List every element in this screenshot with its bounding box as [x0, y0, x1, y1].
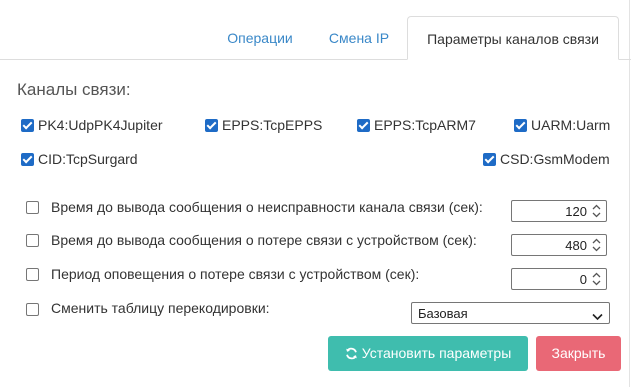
fault-timeout-checkbox[interactable] — [26, 201, 39, 214]
tab-bar: Операции Смена IP Параметры каналов связ… — [0, 16, 631, 60]
channel-checkbox-uarm[interactable]: UARM:Uarm — [514, 117, 610, 133]
tab-channel-params[interactable]: Параметры каналов связи — [407, 16, 619, 60]
channel-checkbox-epps-tcparm7[interactable]: EPPS:TcpARM7 — [357, 117, 476, 133]
channels-title: Каналы связи: — [17, 80, 131, 99]
channel-checkbox-csd[interactable]: CSD:GsmModem — [483, 151, 610, 167]
checkbox-checked-icon[interactable] — [357, 118, 370, 132]
codepage-select[interactable]: Базовая — [411, 302, 610, 324]
loss-timeout-label: Время до вывода сообщения о потере связи… — [51, 232, 477, 248]
loss-timeout-input[interactable]: 480 — [511, 234, 607, 256]
channel-checkbox-epps-tcpepps[interactable]: EPPS:TcpEPPS — [205, 117, 322, 133]
fault-timeout-input[interactable]: 120 — [511, 200, 607, 222]
notify-period-value: 0 — [579, 272, 587, 287]
channel-label: PK4:UdpPK4Jupiter — [38, 117, 163, 133]
checkbox-checked-icon[interactable] — [21, 152, 34, 166]
channel-label: CSD:GsmModem — [500, 151, 610, 167]
checkbox-checked-icon[interactable] — [514, 118, 527, 132]
spinner-arrows-icon[interactable] — [591, 237, 602, 253]
notify-period-input[interactable]: 0 — [511, 268, 607, 290]
close-button[interactable]: Закрыть — [536, 336, 621, 371]
channel-checkbox-pk4[interactable]: PK4:UdpPK4Jupiter — [21, 117, 163, 133]
close-label: Закрыть — [551, 345, 606, 361]
channel-label: EPPS:TcpEPPS — [222, 117, 323, 133]
notify-period-checkbox[interactable] — [26, 268, 39, 281]
checkbox-checked-icon[interactable] — [483, 152, 496, 166]
chevron-down-icon — [592, 309, 603, 324]
fault-timeout-label: Время до вывода сообщения о неисправност… — [51, 199, 483, 215]
checkbox-checked-icon[interactable] — [21, 118, 34, 132]
codepage-checkbox[interactable] — [26, 303, 39, 316]
apply-settings-label: Установить параметры — [361, 345, 512, 361]
loss-timeout-checkbox[interactable] — [26, 234, 39, 247]
channel-label: EPPS:TcpARM7 — [374, 117, 476, 133]
channel-label: UARM:Uarm — [531, 117, 611, 133]
fault-timeout-value: 120 — [565, 204, 587, 219]
notify-period-label: Период оповещения о потере связи с устро… — [51, 266, 420, 282]
apply-settings-button[interactable]: Установить параметры — [328, 336, 528, 371]
channel-label: CID:TcpSurgard — [38, 151, 138, 167]
codepage-selected-value: Базовая — [418, 306, 468, 321]
checkbox-checked-icon[interactable] — [205, 118, 218, 132]
spinner-arrows-icon[interactable] — [591, 271, 602, 287]
tab-operations[interactable]: Операции — [209, 16, 311, 59]
codepage-label: Сменить таблицу перекодировки: — [51, 300, 270, 316]
loss-timeout-value: 480 — [565, 238, 587, 253]
refresh-icon — [345, 338, 358, 373]
dialog-frame: Операции Смена IP Параметры каналов связ… — [0, 0, 631, 387]
tab-change-ip[interactable]: Смена IP — [313, 16, 405, 59]
channel-checkbox-cid[interactable]: CID:TcpSurgard — [21, 151, 138, 167]
spinner-arrows-icon[interactable] — [591, 203, 602, 219]
